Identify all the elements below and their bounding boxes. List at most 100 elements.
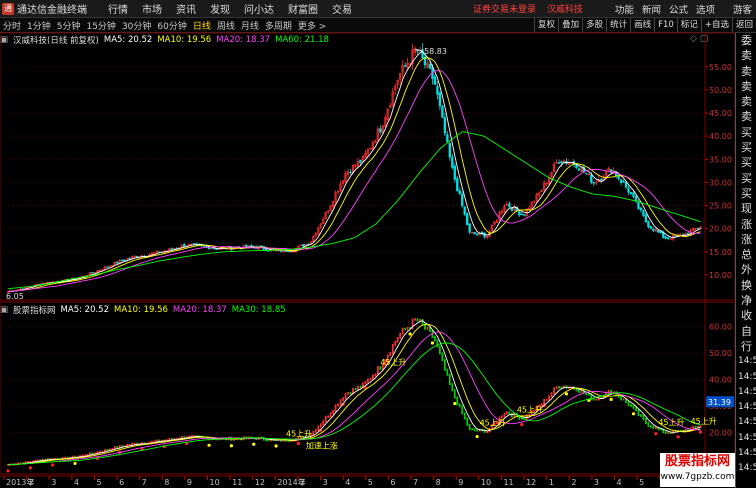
- sidebar-item[interactable]: 买三: [736, 155, 756, 170]
- indicator-bar: [314, 429, 317, 433]
- x-tick-label: 5: [368, 478, 373, 487]
- candle-body: [647, 221, 650, 228]
- candle-body: [585, 173, 588, 175]
- main-panel-frame: [0, 32, 735, 301]
- x-tick-label: 2: [300, 478, 305, 487]
- indicator-bar: [692, 425, 694, 430]
- candle-body: [463, 206, 466, 215]
- sidebar-item[interactable]: 换手: [736, 278, 756, 293]
- x-tick-label: 10: [481, 478, 491, 487]
- candle-body: [637, 201, 640, 209]
- candle-body: [91, 272, 94, 274]
- candle-body: [302, 243, 305, 247]
- indicator-bar: [434, 335, 436, 342]
- x-tick-label: 1: [549, 478, 554, 487]
- indicator-bar: [436, 339, 439, 348]
- signal-label: 45上升: [286, 430, 312, 439]
- signal-dot: [564, 392, 569, 396]
- x-tick-label: 5: [639, 478, 644, 487]
- indicator-bar: [337, 403, 339, 407]
- candle-body: [619, 179, 623, 183]
- indicator-bar: [332, 409, 335, 415]
- x-tick-label: 6: [119, 478, 124, 487]
- sidebar-item[interactable]: 现价: [736, 201, 756, 216]
- signal-dot: [229, 444, 233, 448]
- indicator-bar: [451, 383, 454, 392]
- signal-dot: [51, 463, 55, 467]
- candle-body: [468, 223, 471, 233]
- x-tick-label: 3: [594, 478, 599, 487]
- x-tick-label: 3: [51, 478, 56, 487]
- candle-body: [260, 245, 263, 247]
- annotation-label: 加速上涨: [306, 440, 338, 450]
- signal-label: 45上升: [480, 419, 506, 428]
- indicator-bar: [357, 385, 359, 391]
- indicator-bar: [394, 340, 397, 346]
- candle-body: [508, 203, 511, 208]
- candle-body: [642, 210, 645, 216]
- sidebar-item[interactable]: 涨跌: [736, 217, 756, 232]
- sidebar-item[interactable]: 卖二: [736, 94, 756, 109]
- sidebar-item[interactable]: 买五: [736, 186, 756, 201]
- signal-dot: [73, 461, 77, 465]
- signal-dot: [676, 435, 680, 439]
- signal-dot: [631, 412, 636, 416]
- y-tick-label: 10.00: [709, 271, 732, 280]
- y-tick-label: 25.00: [709, 202, 732, 211]
- sidebar-time: 14:56: [738, 448, 756, 459]
- candle-body: [696, 228, 700, 230]
- signal-dot: [28, 466, 32, 470]
- indicator-bar: [468, 423, 471, 431]
- sidebar-item[interactable]: 收益: [736, 308, 756, 323]
- indicator-bar: [456, 396, 459, 406]
- sidebar-item[interactable]: 自动: [736, 324, 756, 339]
- candle-body: [287, 250, 290, 253]
- candle-body: [215, 248, 218, 250]
- current-value-label: 31.39: [708, 398, 731, 407]
- sidebar-item[interactable]: 卖四: [736, 64, 756, 79]
- candle-body: [212, 247, 216, 250]
- indicator-y-tick-label: 50.00: [709, 349, 732, 358]
- candle-body: [379, 128, 382, 133]
- indicator-bar: [441, 352, 444, 362]
- indicator-bar: [642, 414, 645, 421]
- candle-body: [592, 182, 595, 184]
- indicator-bar: [327, 415, 330, 419]
- indicator-bar: [396, 336, 399, 343]
- sidebar-item[interactable]: 卖一: [736, 109, 756, 124]
- signal-dot: [609, 397, 613, 401]
- x-tick-label: 9: [187, 478, 192, 487]
- indicator-bar: [471, 428, 474, 431]
- candlestick-chart[interactable]: 10.00 15.00 20.00 25.00 30.00 35.00 40.00 45.00…: [0, 0, 735, 487]
- sidebar-item[interactable]: 买四: [736, 171, 756, 186]
- sidebar-item[interactable]: 买一: [736, 125, 756, 140]
- x-tick-label: 3: [323, 478, 328, 487]
- sidebar-item[interactable]: 委比: [736, 33, 756, 48]
- sidebar-item[interactable]: 卖五: [736, 48, 756, 63]
- indicator-bar: [503, 412, 506, 418]
- candle-body: [428, 63, 432, 69]
- x-tick-label: 4: [74, 478, 79, 487]
- sidebar-item[interactable]: 总量: [736, 247, 756, 262]
- sidebar-time: 14:56: [738, 402, 756, 413]
- sidebar-item[interactable]: 买二: [736, 140, 756, 155]
- candle-body: [664, 236, 667, 239]
- back-button[interactable]: 返回: [731, 18, 756, 32]
- low-price-label: 6.05: [6, 292, 24, 301]
- sidebar-item[interactable]: 净资: [736, 293, 756, 308]
- indicator-bar: [404, 327, 407, 331]
- sidebar-item[interactable]: 行情: [736, 339, 756, 354]
- indicator-bar: [506, 411, 508, 415]
- indicator-bar: [630, 404, 632, 408]
- y-tick-label: 15.00: [709, 248, 732, 257]
- indicator-bar: [453, 389, 456, 399]
- indicator-bar: [647, 422, 650, 428]
- x-tick-label: 10: [210, 478, 220, 487]
- indicator-bar: [545, 398, 548, 401]
- indicator-bar: [448, 373, 451, 386]
- sidebar-item[interactable]: 外盘: [736, 262, 756, 277]
- sidebar-item[interactable]: 涨幅: [736, 232, 756, 247]
- sidebar-item[interactable]: 卖三: [736, 79, 756, 94]
- indicator-y-tick-label: 20.00: [709, 428, 732, 437]
- signal-dot: [252, 442, 256, 446]
